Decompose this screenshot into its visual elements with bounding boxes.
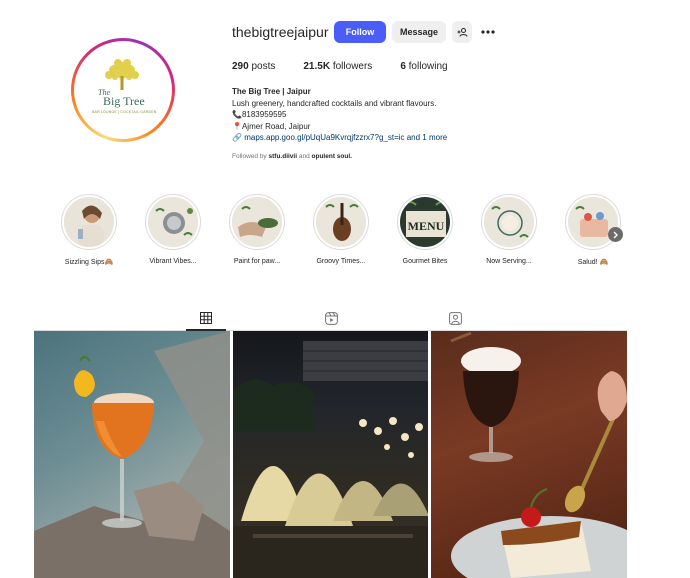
bio-address: 📍Ajmer Road, Jaipur (232, 121, 311, 131)
link-icon: 🔗 (232, 133, 242, 142)
profile-stats: 290 posts 21.5K followers 6 following (232, 61, 476, 72)
bio-link[interactable]: maps.app.goo.gl/pUqUa9Kvrqjfzzrx7?g_st=i… (244, 133, 447, 142)
highlight-label: Vibrant Vibes... (149, 258, 197, 265)
bio-phone: 📞8183959595 (232, 110, 287, 119)
logo-subtitle: BAR LOUNGE | COCKTAIL GARDEN (92, 110, 157, 114)
highlights-next-button[interactable] (608, 227, 623, 242)
followed-by-user[interactable]: stfu.diivii (269, 153, 298, 160)
chevron-right-icon (613, 231, 618, 238)
logo-name-text: Big Tree (103, 94, 145, 108)
profile-username: thebigtreejaipur (232, 24, 329, 40)
highlight-item[interactable]: Sizzling Sips🙈 (49, 194, 129, 266)
bio-display-name: The Big Tree | Jaipur (232, 87, 311, 96)
posts-grid (34, 331, 628, 578)
followed-by[interactable]: Followed by stfu.diivii and opulent soul… (232, 153, 352, 160)
dessert-photo (450, 331, 628, 578)
highlight-item[interactable]: MENU Gourmet Bites (385, 194, 465, 265)
highlight-cover (64, 197, 114, 247)
tagged-person-icon (448, 311, 462, 325)
more-dots-icon (481, 30, 495, 34)
post-thumbnail[interactable] (232, 331, 429, 578)
add-person-icon (457, 27, 467, 37)
highlight-item[interactable]: Now Serving... (469, 194, 549, 265)
story-highlights: Sizzling Sips🙈 Vibrant Vibes... Paint fo… (0, 194, 690, 274)
highlight-cover: MENU (400, 197, 450, 247)
tab-reels[interactable] (311, 306, 351, 330)
highlight-label: Groovy Times... (316, 258, 366, 265)
followed-by-conj: and (298, 153, 310, 160)
profile-bio: The Big Tree | Jaipur Lush greenery, han… (232, 86, 447, 144)
followers-stat[interactable]: 21.5K followers (303, 61, 372, 72)
highlight-cover (484, 197, 534, 247)
bio-link-row[interactable]: 🔗 maps.app.goo.gl/pUqUa9Kvrqjfzzrx7?g_st… (232, 132, 447, 144)
post-thumbnail[interactable] (431, 331, 628, 578)
followed-by-prefix: Followed by (232, 153, 267, 160)
following-label: following (408, 61, 448, 72)
suggest-user-button[interactable] (452, 21, 472, 43)
post-thumbnail[interactable] (34, 331, 230, 578)
highlight-label: Paint for paw... (233, 258, 281, 265)
posts-stat: 290 posts (232, 61, 275, 72)
highlight-cover (316, 197, 366, 247)
highlight-label: Now Serving... (486, 258, 532, 265)
following-stat[interactable]: 6 following (400, 61, 447, 72)
highlight-item[interactable]: Vibrant Vibes... (133, 194, 213, 265)
highlight-label: Sizzling Sips🙈 (64, 259, 114, 266)
grid-icon (200, 312, 212, 324)
highlight-item[interactable]: Groovy Times... (301, 194, 381, 265)
followers-label: followers (332, 61, 373, 72)
tab-tagged[interactable] (435, 306, 475, 330)
garden-night-photo (232, 341, 429, 578)
tree-icon (105, 59, 139, 90)
highlight-label: Gourmet Bites (402, 258, 448, 265)
followed-by-user[interactable]: opulent soul. (312, 153, 352, 160)
highlight-label: Salud! 🙈 (577, 259, 609, 266)
following-count: 6 (400, 61, 406, 72)
tab-posts[interactable] (186, 306, 226, 330)
big-tree-logo: The Big Tree BAR LOUNGE | COCKTAIL GARDE… (77, 44, 169, 136)
cocktail-photo (34, 331, 230, 578)
message-button[interactable]: Message (392, 21, 446, 43)
highlight-item[interactable]: Paint for paw... (217, 194, 297, 265)
highlight-cover (232, 197, 282, 247)
follow-button[interactable]: Follow (334, 21, 386, 43)
posts-count: 290 (232, 61, 249, 72)
bio-description: Lush greenery, handcrafted cocktails and… (232, 98, 437, 108)
reels-icon (324, 311, 338, 325)
profile-avatar[interactable]: The Big Tree BAR LOUNGE | COCKTAIL GARDE… (71, 38, 175, 142)
followers-count: 21.5K (303, 61, 331, 72)
menu-board-text: MENU (408, 219, 445, 233)
posts-label: posts (251, 61, 276, 72)
highlight-cover (148, 197, 198, 247)
more-options-button[interactable] (478, 21, 498, 43)
